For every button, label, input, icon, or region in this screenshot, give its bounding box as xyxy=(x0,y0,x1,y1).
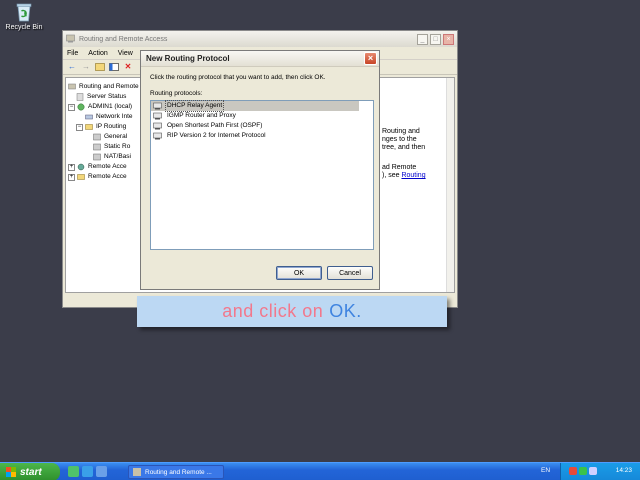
ip-routing-icon xyxy=(85,123,93,131)
tree-item[interactable]: Network Inte xyxy=(66,112,144,122)
new-routing-protocol-dialog: New Routing Protocol × Click the routing… xyxy=(140,50,380,290)
tree-item-label: Server Status xyxy=(87,93,127,100)
network-interfaces-icon xyxy=(85,113,93,121)
menu-view[interactable]: View xyxy=(118,50,133,57)
dialog-close-button[interactable]: × xyxy=(364,52,377,65)
quick-launch-icon[interactable] xyxy=(96,466,107,477)
taskbar: start Routing and Remote ... EN 14:23 xyxy=(0,462,640,480)
details-text-fragment: ), see xyxy=(382,172,400,179)
minimize-button[interactable]: _ xyxy=(417,33,428,45)
tray-network-icon[interactable] xyxy=(569,467,577,475)
expand-toggle[interactable]: + xyxy=(68,173,75,181)
language-indicator[interactable]: EN xyxy=(541,467,550,474)
menu-file[interactable]: File xyxy=(67,50,78,57)
dialog-title: New Routing Protocol xyxy=(146,54,230,63)
expand-toggle[interactable]: + xyxy=(68,163,75,171)
tree-item-label: ADMIN1 (local) xyxy=(88,103,133,110)
details-text-line: tree, and then xyxy=(382,144,426,151)
tree-item[interactable]: − ADMIN1 (local) xyxy=(66,102,144,112)
tree-item[interactable]: Routing and Remote xyxy=(66,82,144,92)
static-routes-icon xyxy=(93,143,101,151)
server-icon xyxy=(77,103,85,111)
tree-item[interactable]: Static Ro xyxy=(66,142,144,152)
taskbar-item-label: Routing and Remote ... xyxy=(145,468,212,476)
system-tray: EN 14:23 xyxy=(541,463,640,480)
window-titlebar[interactable]: Routing and Remote Access _ □ × xyxy=(63,31,457,47)
protocol-icon xyxy=(153,102,162,110)
tree-item-label: Network Inte xyxy=(96,113,133,120)
general-icon xyxy=(93,133,101,141)
taskbar-item-routing[interactable]: Routing and Remote ... xyxy=(128,465,224,479)
back-arrow-icon[interactable]: ← xyxy=(67,62,77,72)
window-title: Routing and Remote Access xyxy=(79,35,168,43)
tree-item-label: Routing and Remote xyxy=(79,83,139,90)
tree-item-label: Remote Acce xyxy=(88,163,127,170)
recycle-bin-desktop-icon[interactable]: Recycle Bin xyxy=(4,2,44,31)
tree-item-label: NAT/Basi xyxy=(104,153,131,160)
window-close-button[interactable]: × xyxy=(443,33,454,45)
menu-action[interactable]: Action xyxy=(88,50,107,57)
protocol-icon xyxy=(153,112,162,120)
recycle-bin-label: Recycle Bin xyxy=(5,24,43,31)
tree-item[interactable]: + Remote Acce xyxy=(66,172,144,182)
tree-item[interactable]: Server Status xyxy=(66,92,144,102)
dialog-titlebar[interactable]: New Routing Protocol × xyxy=(141,51,379,67)
tree-item[interactable]: General xyxy=(66,132,144,142)
protocol-label: RIP Version 2 for Internet Protocol xyxy=(167,132,266,139)
tree-item[interactable]: + Remote Acce xyxy=(66,162,144,172)
internet-explorer-icon[interactable] xyxy=(82,466,93,477)
clock: 14:23 xyxy=(615,467,632,474)
up-folder-icon[interactable] xyxy=(95,62,105,72)
tray-security-icon[interactable] xyxy=(579,467,587,475)
collapse-toggle[interactable]: − xyxy=(76,123,83,131)
show-hide-tree-icon[interactable] xyxy=(109,62,119,72)
tree-item-label: Remote Acce xyxy=(88,173,127,180)
windows-logo-icon xyxy=(6,467,16,477)
routing-root-icon xyxy=(68,83,76,91)
collapse-toggle[interactable]: − xyxy=(68,103,75,111)
start-label: start xyxy=(20,466,42,478)
protocol-item-rip[interactable]: RIP Version 2 for Internet Protocol xyxy=(151,131,373,141)
routing-protocols-list[interactable]: DHCP Relay Agent IGMP Router and Proxy O… xyxy=(150,100,374,250)
delete-icon[interactable]: ✕ xyxy=(123,62,133,72)
forward-arrow-icon[interactable]: → xyxy=(81,62,91,72)
app-icon xyxy=(66,34,75,45)
protocol-icon xyxy=(153,132,162,140)
details-text-line: ), see Routing xyxy=(382,172,426,181)
cancel-button[interactable]: Cancel xyxy=(327,266,373,280)
tray-volume-icon[interactable] xyxy=(589,467,597,475)
ok-button[interactable]: OK xyxy=(276,266,322,280)
server-status-icon xyxy=(76,93,84,101)
remote-access-logging-icon xyxy=(77,173,85,181)
console-tree: Routing and Remote Server Status − ADMIN… xyxy=(66,78,144,292)
remote-access-policies-icon xyxy=(77,163,85,171)
tree-item[interactable]: NAT/Basi xyxy=(66,152,144,162)
tree-item-label: IP Routing xyxy=(96,123,127,130)
show-desktop-icon[interactable] xyxy=(68,466,79,477)
caption-highlight: OK. xyxy=(329,301,362,321)
routing-protocols-label: Routing protocols: xyxy=(150,90,203,97)
tree-item[interactable]: − IP Routing xyxy=(66,122,144,132)
recycle-bin-icon xyxy=(15,2,33,22)
caption-text: and click on xyxy=(222,301,324,321)
maximize-button[interactable]: □ xyxy=(430,33,441,45)
tree-item-label: Static Ro xyxy=(104,143,131,150)
start-button[interactable]: start xyxy=(0,463,60,480)
protocol-icon xyxy=(153,122,162,130)
nat-icon xyxy=(93,153,101,161)
tree-item-label: General xyxy=(104,133,128,140)
routing-help-link[interactable]: Routing xyxy=(401,172,425,179)
details-scrollbar[interactable] xyxy=(446,78,454,292)
taskbar-app-icon xyxy=(133,468,141,476)
dialog-instruction: Click the routing protocol that you want… xyxy=(150,74,326,81)
tutorial-caption: and click on OK. xyxy=(137,296,447,327)
